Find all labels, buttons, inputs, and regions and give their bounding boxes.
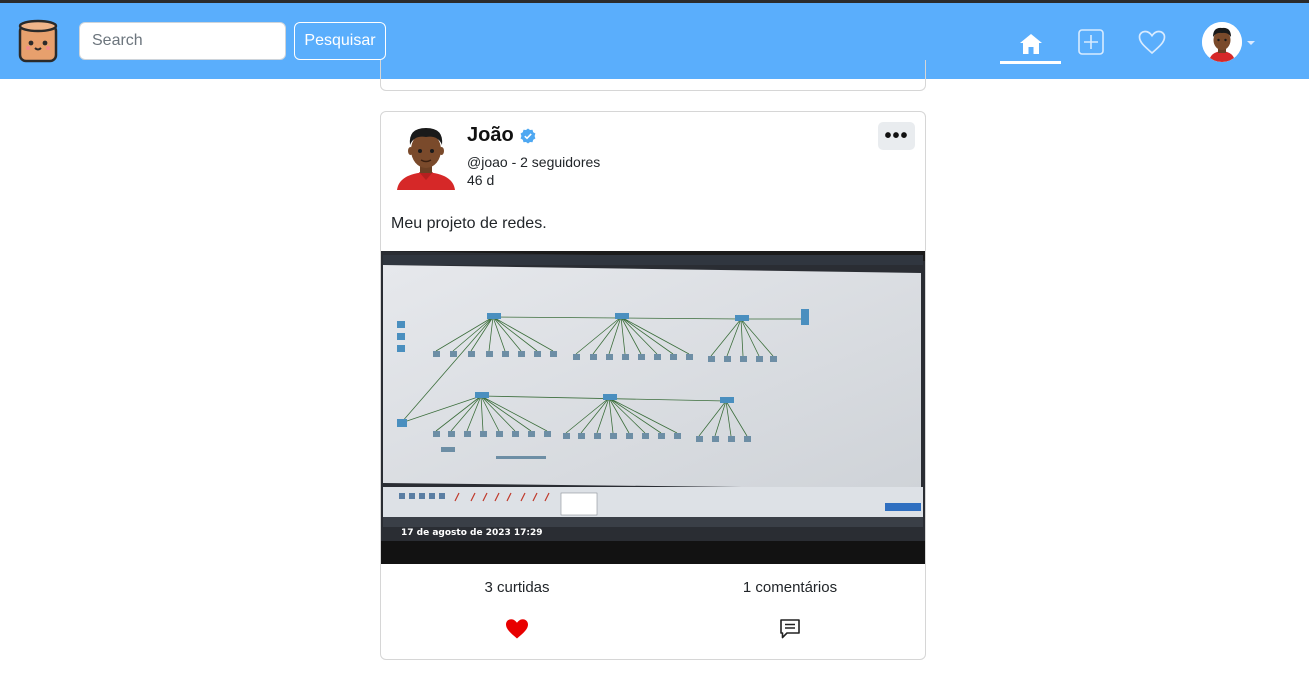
post-age: 46 d xyxy=(467,172,495,188)
image-timestamp: 17 de agosto de 2023 17:29 xyxy=(401,528,543,538)
like-button[interactable] xyxy=(505,618,529,640)
post-card: João @joao - 2 seguidores 46 d ••• Meu p… xyxy=(380,111,926,660)
author-name[interactable]: João xyxy=(467,124,514,147)
active-tab-indicator xyxy=(1000,61,1061,64)
comment-icon xyxy=(780,619,800,639)
comments-count[interactable]: 1 comentários xyxy=(653,579,925,596)
likes-count[interactable]: 3 curtidas xyxy=(381,579,653,596)
author-row: João xyxy=(467,124,536,147)
post-text: Meu projeto de redes. xyxy=(391,215,547,232)
nav-home-button[interactable] xyxy=(1000,25,1061,63)
plus-square-icon xyxy=(1078,29,1104,55)
barrel-logo-icon[interactable] xyxy=(18,19,58,65)
avatar-icon xyxy=(1202,22,1242,62)
previous-post-card xyxy=(380,60,926,91)
author-meta: @joao - 2 seguidores xyxy=(467,154,601,170)
search-button[interactable]: Pesquisar xyxy=(294,22,386,60)
nav-likes-button[interactable] xyxy=(1137,28,1167,56)
home-icon xyxy=(1019,34,1042,54)
nav-new-post-button[interactable] xyxy=(1077,28,1105,56)
search-input[interactable] xyxy=(79,22,286,60)
post-author-avatar[interactable] xyxy=(393,120,459,190)
network-topology-photo xyxy=(381,251,925,564)
heart-outline-icon xyxy=(1138,30,1166,54)
profile-avatar-button[interactable] xyxy=(1202,22,1242,62)
heart-filled-icon xyxy=(506,619,528,639)
post-image[interactable]: 17 de agosto de 2023 17:29 xyxy=(381,251,925,564)
chevron-down-icon[interactable] xyxy=(1247,41,1255,45)
more-options-button[interactable]: ••• xyxy=(878,122,915,150)
comment-button[interactable] xyxy=(779,618,801,640)
verified-badge-icon xyxy=(520,128,536,143)
